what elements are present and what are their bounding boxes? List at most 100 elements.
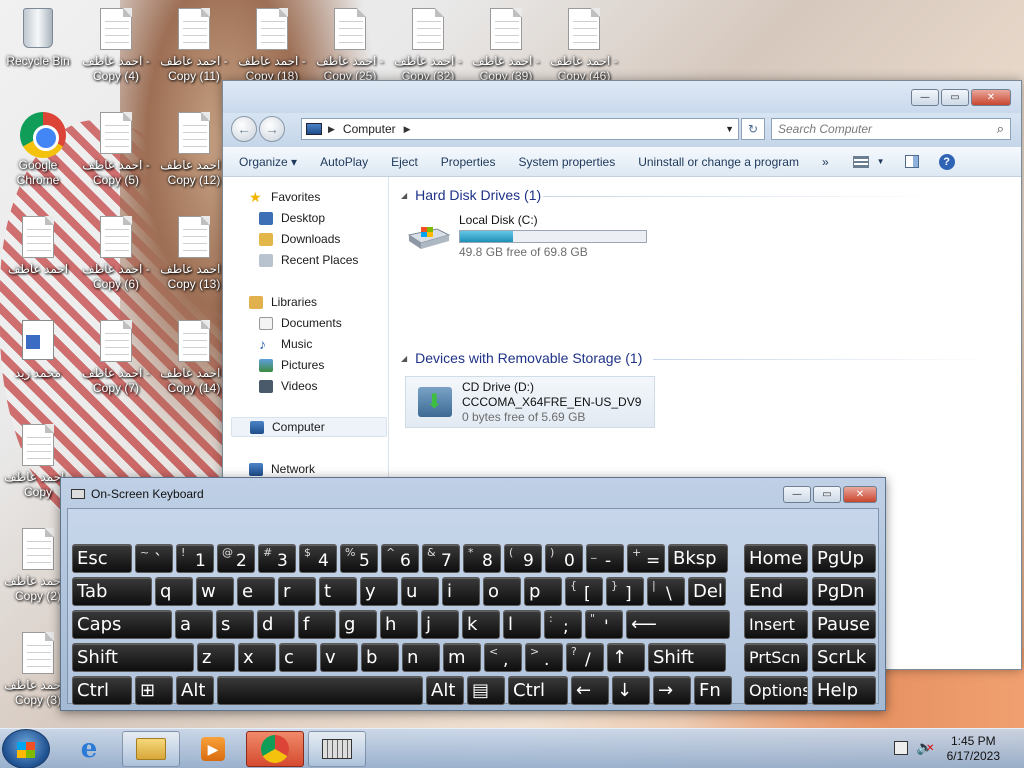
autoplay-button[interactable]: AutoPlay — [320, 155, 368, 169]
nav-downloads[interactable]: Downloads — [259, 229, 340, 249]
key-bksp[interactable]: Bksp — [668, 544, 728, 573]
desktop-file[interactable]: احمد عاطف - Copy (13) — [156, 216, 232, 292]
change-view-icon[interactable] — [852, 155, 869, 168]
explorer-titlebar[interactable]: — ▭ ✕ — [223, 81, 1021, 113]
key-sym12[interactable]: }] — [606, 577, 644, 606]
key-sym11[interactable]: {[ — [565, 577, 603, 606]
nav-videos[interactable]: Videos — [259, 376, 317, 396]
key-sym7[interactable]: ← — [571, 676, 609, 705]
key-sym13[interactable]: + = — [627, 544, 665, 573]
key-y[interactable]: y — [360, 577, 398, 606]
key-0[interactable]: ) 0 — [545, 544, 583, 573]
taskbar-chrome[interactable] — [246, 731, 304, 767]
key-space[interactable] — [217, 676, 423, 705]
nav-music[interactable]: ♪ Music — [259, 334, 312, 354]
key-shift[interactable]: Shift — [72, 643, 194, 672]
key-m[interactable]: m — [443, 643, 481, 672]
key-s[interactable]: s — [216, 610, 254, 639]
key-pgup[interactable]: PgUp — [812, 544, 876, 573]
key-i[interactable]: i — [442, 577, 480, 606]
desktop-file[interactable]: احمد عاطف - Copy (14) — [156, 320, 232, 396]
key-insert[interactable]: Insert — [744, 610, 808, 639]
key-2[interactable]: @2 — [217, 544, 255, 573]
key-del[interactable]: Del — [688, 577, 726, 606]
key-prtscn[interactable]: PrtScn — [744, 643, 808, 672]
key-sym10[interactable]: ? / — [566, 643, 604, 672]
nav-pictures[interactable]: Pictures — [259, 355, 324, 375]
taskbar-media-player[interactable]: ▶ — [184, 731, 242, 767]
key-k[interactable]: k — [462, 610, 500, 639]
key-sym11[interactable]: ↑ — [607, 643, 645, 672]
desktop-file[interactable]: احمد عاطف - Copy (39) — [468, 8, 544, 84]
key-pause[interactable]: Pause — [812, 610, 876, 639]
key-options[interactable]: Options — [744, 676, 808, 705]
key-shift[interactable]: Shift — [648, 643, 726, 672]
osk-maximize-button[interactable]: ▭ — [813, 486, 841, 503]
key-l[interactable]: l — [503, 610, 541, 639]
key-4[interactable]: $4 — [299, 544, 337, 573]
osk-minimize-button[interactable]: — — [783, 486, 811, 503]
osk-titlebar[interactable]: On-Screen Keyboard — ▭ ✕ — [61, 478, 885, 510]
key-7[interactable]: & 7 — [422, 544, 460, 573]
key-fn[interactable]: Fn — [694, 676, 732, 705]
key-sym9[interactable]: >. — [525, 643, 563, 672]
key-o[interactable]: o — [483, 577, 521, 606]
osk-close-button[interactable]: ✕ — [843, 486, 877, 503]
key-1[interactable]: ! 1 — [176, 544, 214, 573]
address-bar[interactable]: ▶ Computer ▶ ▼ — [301, 118, 739, 140]
key-sym5[interactable]: ▤ — [467, 676, 505, 705]
nav-network[interactable]: Network — [249, 459, 315, 479]
key-caps[interactable]: Caps — [72, 610, 172, 639]
key-sym11[interactable]: " ' — [585, 610, 623, 639]
key-pgdn[interactable]: PgDn — [812, 577, 876, 606]
nav-libraries[interactable]: Libraries — [249, 292, 317, 312]
desktop-file[interactable]: احمد عاطف - Copy (46) — [546, 8, 622, 84]
key-z[interactable]: z — [197, 643, 235, 672]
key-esc[interactable]: Esc — [72, 544, 132, 573]
forward-button[interactable]: → — [259, 116, 285, 142]
refresh-button[interactable]: ↻ — [741, 118, 765, 140]
key-3[interactable]: #3 — [258, 544, 296, 573]
eject-button[interactable]: Eject — [391, 155, 418, 169]
key-x[interactable]: x — [238, 643, 276, 672]
key-6[interactable]: ^ 6 — [381, 544, 419, 573]
organize-button[interactable]: Organize ▾ — [239, 155, 297, 169]
desktop-file[interactable]: احمد عاطف - Copy (12) — [156, 112, 232, 188]
properties-button[interactable]: Properties — [441, 155, 496, 169]
search-input[interactable]: Search Computer ⌕ — [771, 118, 1011, 140]
key-end[interactable]: End — [744, 577, 808, 606]
breadcrumb-arrow-icon[interactable]: ▶ — [404, 124, 411, 135]
key-alt[interactable]: Alt — [426, 676, 464, 705]
desktop-file[interactable]: احمد عاطف - Copy (5) — [78, 112, 154, 188]
key-sym10[interactable]: :; — [544, 610, 582, 639]
group-header-removable-storage[interactable]: ◢ Devices with Removable Storage (1) — [401, 350, 642, 366]
local-disk-c[interactable]: Local Disk (C:) 49.8 GB free of 69.8 GB — [407, 213, 667, 259]
key-sym1[interactable]: ~ ` — [135, 544, 173, 573]
key-help[interactable]: Help — [812, 676, 876, 705]
key-8[interactable]: * 8 — [463, 544, 501, 573]
key-j[interactable]: j — [421, 610, 459, 639]
key-tab[interactable]: Tab — [72, 577, 152, 606]
desktop-file[interactable]: احمد عاطف - Copy (6) — [78, 216, 154, 292]
help-icon[interactable]: ? — [938, 153, 955, 170]
nav-favorites[interactable]: ★ Favorites — [249, 187, 320, 207]
back-button[interactable]: ← — [231, 116, 257, 142]
key-alt[interactable]: Alt — [176, 676, 214, 705]
key-sym12[interactable]: _ - — [586, 544, 624, 573]
collapse-triangle-icon[interactable]: ◢ — [401, 354, 407, 363]
nav-desktop[interactable]: Desktop — [259, 208, 325, 228]
google-chrome-shortcut[interactable]: Google Chrome — [0, 112, 76, 188]
key-c[interactable]: c — [279, 643, 317, 672]
desktop-file[interactable]: احمد عاطف - Copy (4) — [78, 8, 154, 84]
key-w[interactable]: w — [196, 577, 234, 606]
key-t[interactable]: t — [319, 577, 357, 606]
desktop-file[interactable]: احمد عاطف - Copy (32) — [390, 8, 466, 84]
system-properties-button[interactable]: System properties — [518, 155, 615, 169]
key-sym12[interactable]: ⟵ — [626, 610, 730, 639]
key-sym8[interactable]: <, — [484, 643, 522, 672]
minimize-button[interactable]: — — [911, 89, 939, 106]
key-g[interactable]: g — [339, 610, 377, 639]
key-5[interactable]: % 5 — [340, 544, 378, 573]
more-commands-button[interactable]: » — [822, 155, 829, 169]
close-button[interactable]: ✕ — [971, 89, 1011, 106]
